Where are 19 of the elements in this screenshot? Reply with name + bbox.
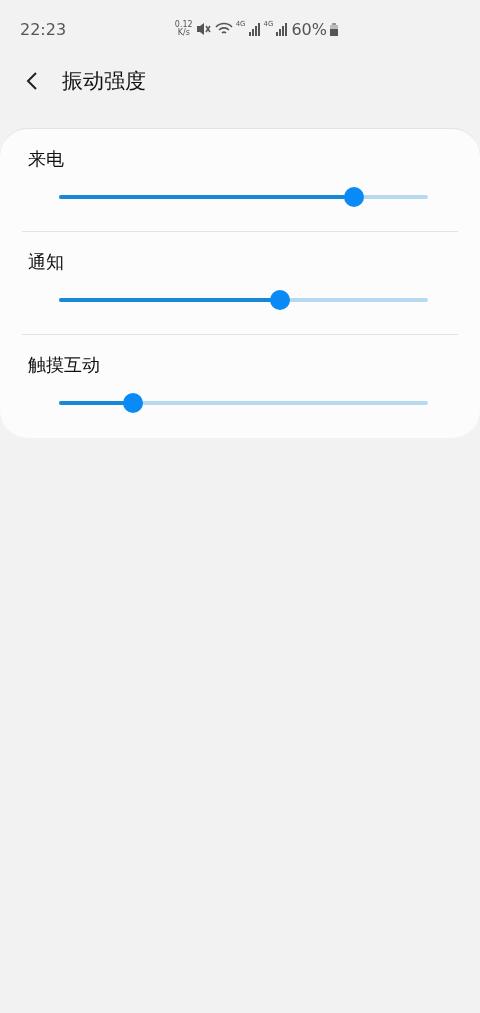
slider-thumb[interactable] [270, 290, 291, 310]
back-icon [26, 71, 38, 91]
battery-percent: 60% [291, 19, 327, 39]
signal-icon [276, 22, 289, 36]
status-time: 22:23 [20, 19, 67, 39]
slider-label: 触摸互动 [28, 353, 100, 377]
slider-label: 通知 [28, 250, 64, 274]
slider-track[interactable] [59, 298, 428, 302]
network-speed: 0.12 K/s [174, 21, 193, 37]
signal-icon [248, 22, 261, 36]
mute-icon [195, 22, 212, 36]
slider-track[interactable] [59, 195, 428, 199]
battery-icon [330, 22, 338, 36]
slider-thumb[interactable] [344, 187, 365, 207]
page-title: 振动强度 [62, 68, 146, 95]
slider-label: 来电 [28, 147, 64, 171]
wifi-icon [214, 22, 233, 36]
slider-track[interactable] [59, 401, 428, 405]
slider-thumb[interactable] [122, 393, 143, 413]
